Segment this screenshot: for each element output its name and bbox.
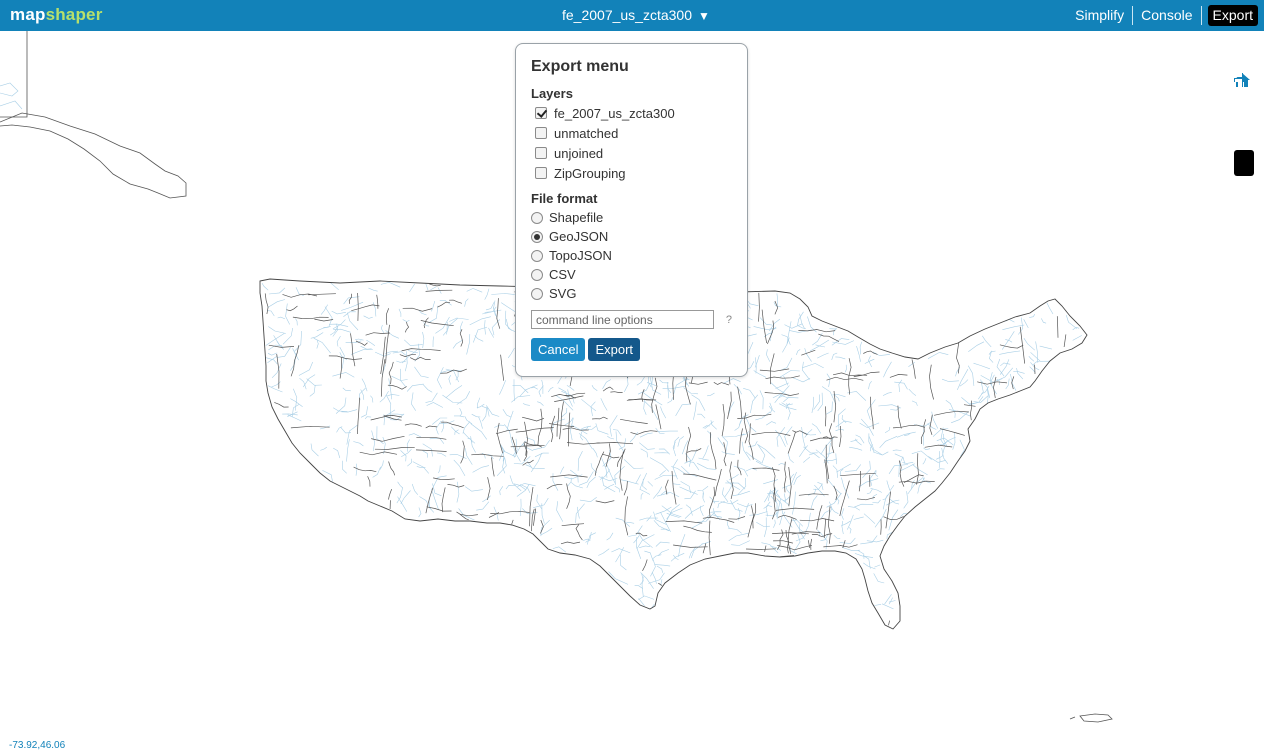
zoom-out-icon[interactable] [1234, 78, 1254, 148]
file-format-title: File format [531, 191, 598, 206]
format-label: CSV [549, 267, 576, 282]
format-option[interactable]: Shapefile [531, 208, 732, 227]
format-label: GeoJSON [549, 229, 609, 244]
export-nav-button[interactable]: Export [1207, 5, 1258, 26]
layer-checkbox[interactable] [535, 147, 547, 159]
logo-text-map: map [10, 5, 46, 24]
layer-option[interactable]: ZipGrouping [531, 163, 732, 183]
top-bar: mapshaper fe_2007_us_zcta300 ▼ Simplify C… [0, 0, 1264, 31]
layer-label: unjoined [554, 145, 604, 161]
help-icon[interactable]: ? [726, 314, 732, 326]
simplify-button[interactable]: Simplify [1067, 5, 1132, 26]
layer-label: unmatched [554, 125, 619, 141]
layers-list: fe_2007_us_zcta300 unmatched unjoined Zi… [531, 103, 732, 183]
format-option[interactable]: CSV [531, 265, 732, 284]
coordinate-readout: -73.92,46.06 [9, 740, 66, 751]
format-label: SVG [549, 286, 577, 301]
layer-checkbox[interactable] [535, 107, 547, 119]
format-option[interactable]: GeoJSON [531, 227, 732, 246]
format-radio[interactable] [531, 211, 543, 224]
caret-down-icon: ▼ [698, 9, 710, 23]
console-button[interactable]: Console [1133, 5, 1200, 26]
format-radio[interactable] [531, 249, 543, 262]
puerto-rico-boundary [1069, 713, 1113, 723]
format-label: Shapefile [549, 210, 604, 225]
nav-divider [1200, 6, 1202, 25]
format-list: Shapefile GeoJSON TopoJSON CSV SVG [531, 208, 732, 303]
format-option[interactable]: TopoJSON [531, 246, 732, 265]
layer-selector[interactable]: fe_2007_us_zcta300 ▼ [562, 7, 710, 23]
logo-text-shaper: shaper [45, 5, 103, 24]
layer-label: fe_2007_us_zcta300 [554, 105, 675, 121]
layer-name: fe_2007_us_zcta300 [562, 7, 692, 23]
cancel-button[interactable]: Cancel [531, 338, 586, 361]
export-button[interactable]: Export [588, 338, 641, 361]
alaska-boundary [0, 31, 187, 199]
alaska-zip-lines [0, 82, 23, 110]
command-line-options-input[interactable] [531, 310, 714, 329]
layer-checkbox[interactable] [535, 127, 547, 139]
app-logo[interactable]: mapshaper [10, 5, 103, 25]
format-radio[interactable] [531, 230, 543, 243]
format-option[interactable]: SVG [531, 284, 732, 303]
layer-checkbox[interactable] [535, 167, 547, 179]
map-controls [1234, 73, 1254, 176]
main-nav: Simplify Console Export [1067, 4, 1258, 27]
format-radio[interactable] [531, 268, 543, 281]
layers-title: Layers [531, 86, 573, 101]
layer-option[interactable]: fe_2007_us_zcta300 [531, 103, 732, 123]
format-label: TopoJSON [549, 248, 612, 263]
layer-option[interactable]: unmatched [531, 123, 732, 143]
export-menu-dialog: Export menu Layers fe_2007_us_zcta300 un… [515, 43, 748, 377]
layer-option[interactable]: unjoined [531, 143, 732, 163]
info-icon[interactable] [1234, 73, 1254, 176]
zoom-in-icon[interactable] [1234, 73, 1254, 123]
layer-label: ZipGrouping [554, 165, 626, 181]
format-radio[interactable] [531, 287, 543, 300]
export-menu-title: Export menu [531, 58, 629, 75]
